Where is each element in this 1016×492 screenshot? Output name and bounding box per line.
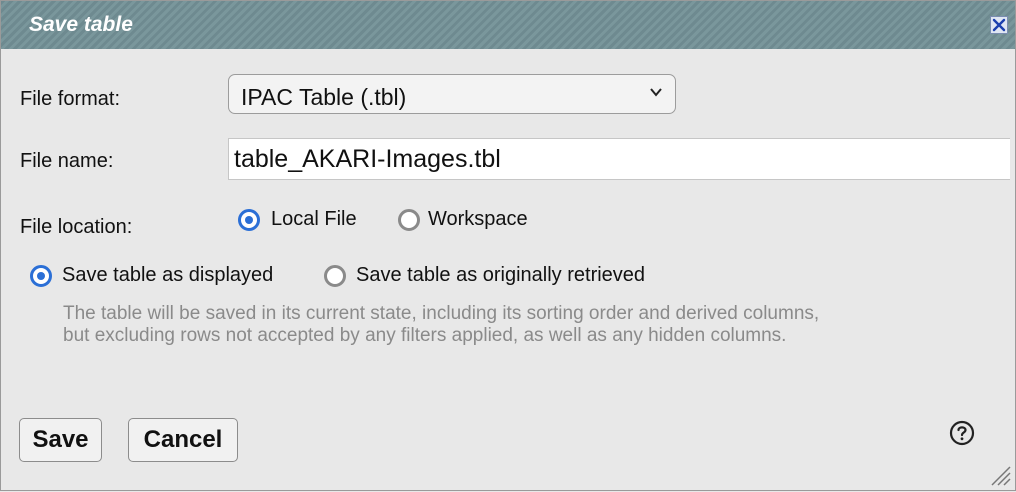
file-location-label: File location: [20, 216, 133, 238]
dialog-title: Save table [29, 13, 133, 36]
file-format-value: IPAC Table (.tbl) [241, 84, 407, 110]
resize-grip-icon[interactable] [988, 463, 1012, 487]
local-file-radio[interactable] [238, 209, 260, 231]
save-button[interactable]: Save [19, 418, 102, 462]
file-name-label: File name: [20, 150, 114, 172]
close-icon[interactable] [990, 16, 1008, 34]
help-icon[interactable] [949, 420, 975, 446]
save-as-displayed-label: Save table as displayed [62, 264, 274, 286]
chevron-down-icon [649, 85, 663, 104]
description-line-1: The table will be saved in its current s… [63, 303, 820, 324]
dialog-titlebar[interactable]: Save table [1, 1, 1015, 49]
workspace-radio[interactable] [398, 209, 420, 231]
save-as-displayed-radio[interactable] [30, 265, 52, 287]
file-name-field[interactable]: table_AKARI-Images.tbl [228, 138, 1010, 180]
cancel-button[interactable]: Cancel [128, 418, 238, 462]
workspace-label: Workspace [428, 208, 528, 230]
local-file-label: Local File [271, 208, 357, 230]
save-mode-description: The table will be saved in its current s… [63, 303, 963, 347]
save-table-dialog: Save table File format: IPAC Table (.tbl… [0, 0, 1016, 491]
file-format-label: File format: [20, 88, 121, 110]
file-format-select[interactable]: IPAC Table (.tbl) [228, 74, 676, 114]
description-line-2: but excluding rows not accepted by any f… [63, 325, 787, 346]
save-as-retrieved-radio[interactable] [324, 265, 346, 287]
save-as-retrieved-label: Save table as originally retrieved [356, 264, 646, 286]
